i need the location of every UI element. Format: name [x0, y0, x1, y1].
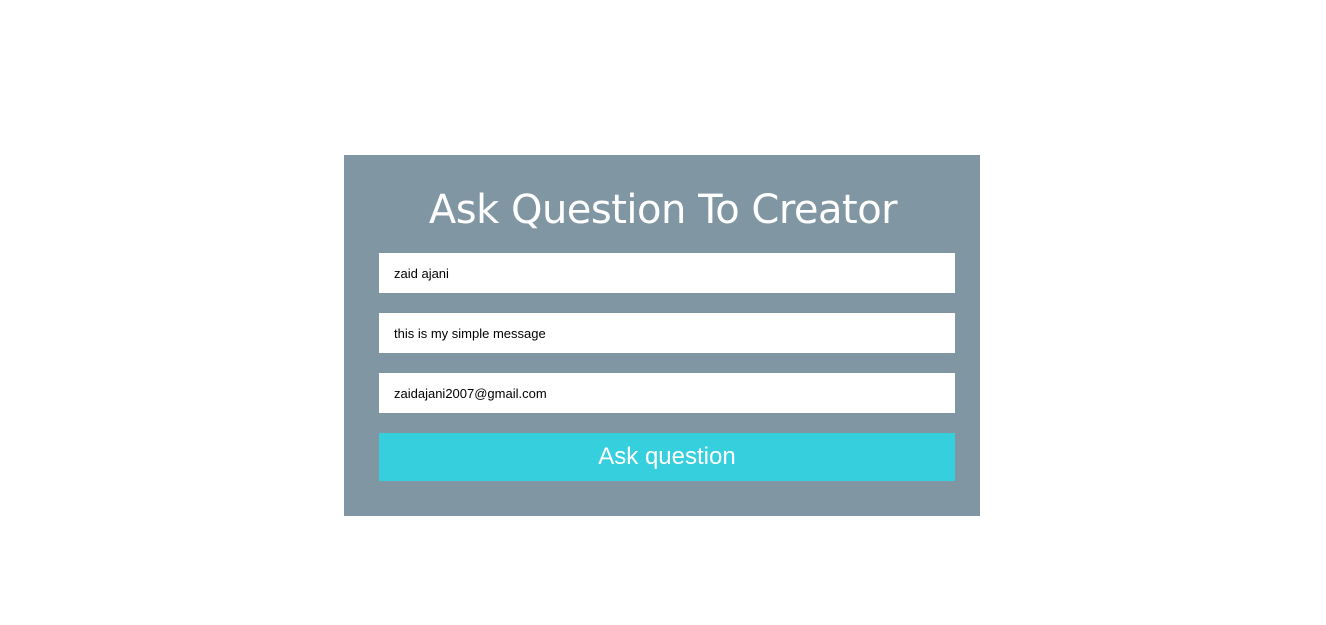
form-title: Ask Question To Creator — [428, 187, 898, 233]
message-input[interactable] — [379, 313, 955, 353]
name-input[interactable] — [379, 253, 955, 293]
email-input[interactable] — [379, 373, 955, 413]
ask-question-button[interactable]: Ask question — [379, 433, 955, 481]
page: Ask Question To Creator Ask question — [0, 0, 1326, 625]
